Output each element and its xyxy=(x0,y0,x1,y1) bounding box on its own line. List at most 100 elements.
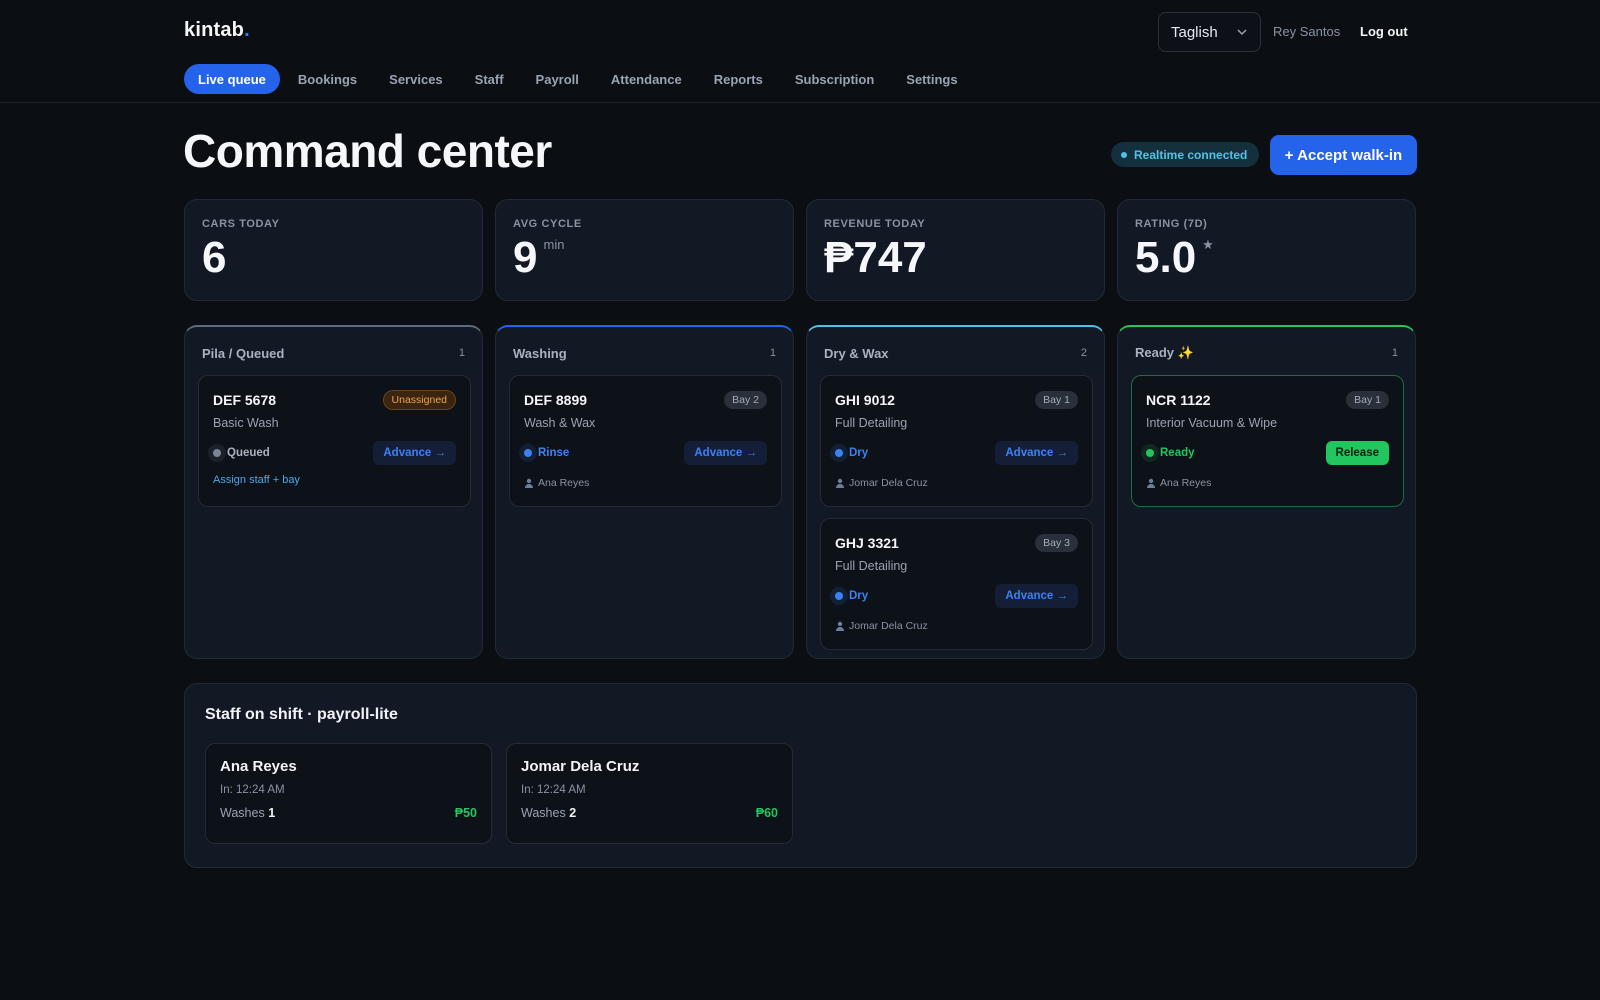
nav-item-staff[interactable]: Staff xyxy=(475,64,504,94)
job-status: Dry xyxy=(835,590,868,602)
job-status: Rinse xyxy=(524,447,569,459)
job-status: Queued xyxy=(213,447,270,459)
status-dot-icon xyxy=(213,449,221,457)
chevron-down-icon xyxy=(1237,29,1247,36)
stat-card-avg-cycle: AVG CYCLE 9 min xyxy=(495,199,794,301)
kanban-column: Pila / Queued 1 DEF 5678 Unassigned Basic Wa… xyxy=(184,325,483,659)
person-icon xyxy=(836,621,844,631)
bay-badge: Bay 2 xyxy=(724,391,767,409)
staff-on-shift-panel: Staff on shift · payroll-lite Ana Reyes … xyxy=(184,683,1417,868)
service-name: Interior Vacuum & Wipe xyxy=(1146,416,1278,430)
bay-badge: Unassigned xyxy=(382,390,456,410)
kanban-column: Ready ✨ 1 NCR 1122 Bay 1 Interior Vacuum & W… xyxy=(1117,325,1416,659)
status-dot-icon xyxy=(1146,449,1154,457)
service-name: Full Detailing xyxy=(835,416,908,430)
logout-button[interactable]: Log out xyxy=(1360,24,1408,39)
assignee: Ana Reyes xyxy=(1146,474,1389,492)
plate-number: GHJ 3321 xyxy=(835,535,899,551)
job-card[interactable]: NCR 1122 Bay 1 Interior Vacuum & Wipe Ready… xyxy=(1131,375,1404,507)
column-title: Ready ✨ xyxy=(1135,345,1194,360)
nav-item-attendance[interactable]: Attendance xyxy=(611,64,682,94)
staff-clock-in: In: 12:24 AM xyxy=(220,784,285,796)
nav-item-settings[interactable]: Settings xyxy=(906,64,957,94)
job-status: Ready xyxy=(1146,447,1195,459)
column-title: Pila / Queued xyxy=(202,345,285,361)
status-dot-icon xyxy=(1121,151,1127,158)
column-title: Dry & Wax xyxy=(824,345,889,361)
assign-staff-bay-link[interactable]: Assign staff + bay xyxy=(213,474,456,492)
advance-button[interactable]: Advance → xyxy=(995,584,1078,608)
staff-panel-title: Staff on shift · payroll-lite xyxy=(205,706,398,723)
job-card[interactable]: DEF 8899 Bay 2 Wash & Wax Rinse Advance → Ana… xyxy=(509,375,782,507)
stat-value: 9 xyxy=(513,233,538,282)
stat-label: RATING (7D) xyxy=(1135,218,1208,230)
stat-card-rating: RATING (7D) 5.0 ★ xyxy=(1117,199,1416,301)
stat-card-revenue-today: REVENUE TODAY ₱747 xyxy=(806,199,1105,301)
kanban-column: Washing 1 DEF 8899 Bay 2 Wash & Wax Rinse Adva… xyxy=(495,325,794,659)
language-select-value: Taglish xyxy=(1171,23,1218,41)
assignee: Ana Reyes xyxy=(524,474,767,492)
realtime-status-label: Realtime connected xyxy=(1134,147,1248,162)
stat-value: 6 xyxy=(202,233,227,282)
column-title: Washing xyxy=(513,345,567,361)
top-bar: kintab. Taglish Rey Santos Log out Live … xyxy=(0,0,1600,103)
nav-item-services[interactable]: Services xyxy=(389,64,443,94)
service-name: Basic Wash xyxy=(213,416,279,430)
nav-item-payroll[interactable]: Payroll xyxy=(536,64,579,94)
stat-card-cars-today: CARS TODAY 6 xyxy=(184,199,483,301)
nav-item-subscription[interactable]: Subscription xyxy=(795,64,874,94)
staff-name: Jomar Dela Cruz xyxy=(521,758,640,775)
realtime-status-badge: Realtime connected xyxy=(1111,142,1260,167)
person-icon xyxy=(525,478,533,488)
bay-badge: Bay 1 xyxy=(1346,391,1389,409)
plate-number: DEF 5678 xyxy=(213,392,277,408)
brand-logo[interactable]: kintab. xyxy=(184,19,250,42)
assignee: Jomar Dela Cruz xyxy=(835,617,1078,635)
stat-value: 5.0 xyxy=(1135,233,1197,282)
status-dot-icon xyxy=(835,592,843,600)
status-dot-icon xyxy=(835,449,843,457)
staff-washes: Washes 1 xyxy=(220,806,276,820)
staff-name: Ana Reyes xyxy=(220,758,297,775)
release-button[interactable]: Release xyxy=(1325,441,1389,465)
stat-unit: min xyxy=(543,237,565,252)
advance-button[interactable]: Advance → xyxy=(995,441,1078,465)
accept-walk-in-button[interactable]: + Accept walk-in xyxy=(1270,135,1417,175)
staff-clock-in: In: 12:24 AM xyxy=(521,784,586,796)
column-count: 1 xyxy=(769,347,776,359)
assignee: Jomar Dela Cruz xyxy=(835,474,1078,492)
staff-card[interactable]: Jomar Dela Cruz In: 12:24 AM Washes 2 ₱6… xyxy=(506,743,793,844)
nav-item-live-queue[interactable]: Live queue xyxy=(184,64,280,94)
stat-label: REVENUE TODAY xyxy=(824,218,926,230)
user-name: Rey Santos xyxy=(1273,24,1341,39)
nav-item-bookings[interactable]: Bookings xyxy=(298,64,357,94)
kanban-column: Dry & Wax 2 GHI 9012 Bay 1 Full Detailing Dry… xyxy=(806,325,1105,659)
plate-number: GHI 9012 xyxy=(835,392,895,408)
staff-card[interactable]: Ana Reyes In: 12:24 AM Washes 1 ₱50 xyxy=(205,743,492,844)
advance-button[interactable]: Advance → xyxy=(373,441,456,465)
bay-badge: Bay 3 xyxy=(1035,534,1078,552)
job-status: Dry xyxy=(835,447,868,459)
language-select[interactable]: Taglish xyxy=(1158,12,1261,52)
star-icon: ★ xyxy=(1202,237,1214,252)
job-card[interactable]: GHI 9012 Bay 1 Full Detailing Dry Advance → J… xyxy=(820,375,1093,507)
main-nav: Live queue Bookings Services Staff Payro… xyxy=(184,64,990,94)
plate-number: NCR 1122 xyxy=(1146,392,1211,408)
service-name: Full Detailing xyxy=(835,559,908,573)
column-count: 2 xyxy=(1080,347,1087,359)
page-title: Command center xyxy=(183,125,552,177)
stat-label: AVG CYCLE xyxy=(513,218,582,230)
bay-badge: Bay 1 xyxy=(1035,391,1078,409)
job-card[interactable]: GHJ 3321 Bay 3 Full Detailing Dry Advance → J… xyxy=(820,518,1093,650)
stat-label: CARS TODAY xyxy=(202,218,280,230)
advance-button[interactable]: Advance → xyxy=(684,441,767,465)
stat-value: ₱747 xyxy=(824,233,927,282)
status-dot-icon xyxy=(524,449,532,457)
job-card[interactable]: DEF 5678 Unassigned Basic Wash Queued Advanc… xyxy=(198,375,471,507)
person-icon xyxy=(1147,478,1155,488)
person-icon xyxy=(836,478,844,488)
staff-washes: Washes 2 xyxy=(521,806,577,820)
nav-item-reports[interactable]: Reports xyxy=(714,64,763,94)
staff-pay: ₱50 xyxy=(454,806,477,820)
column-count: 1 xyxy=(458,347,465,359)
